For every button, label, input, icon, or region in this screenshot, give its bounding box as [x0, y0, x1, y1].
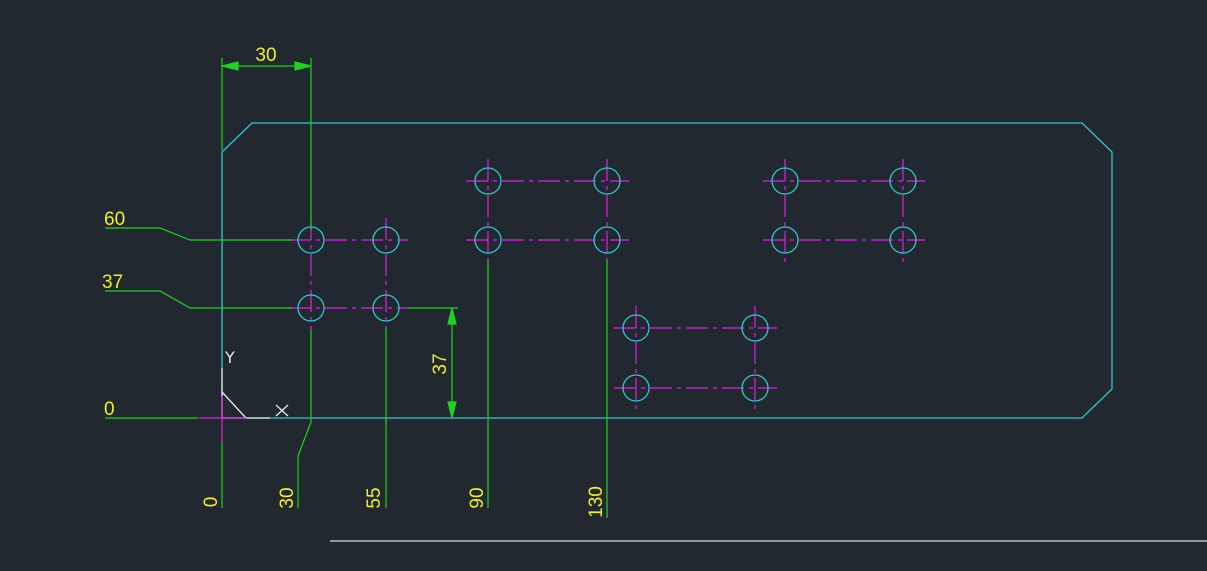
ordinate-y-0-text: 0: [104, 399, 115, 420]
dimension-top-width: [221, 58, 312, 230]
ordinate-x-30-leader: [297, 330, 312, 508]
ordinate-y-60-leader: [105, 227, 292, 241]
ordinate-x-90-text: 90: [467, 487, 488, 508]
ordinate-y-60-text: 60: [104, 209, 125, 230]
hole-group-4: [614, 306, 777, 410]
dim-text-vertical-spacing: 37: [430, 353, 451, 374]
ordinate-x-0-text: 0: [201, 497, 222, 508]
hole-group-3: [763, 159, 925, 262]
ordinate-y-37-text: 37: [102, 272, 123, 293]
ordinate-y-37-leader: [105, 290, 292, 309]
ucs-icon: [199, 368, 289, 442]
ordinate-y-leaders: [105, 227, 292, 419]
hole-group-1: [289, 218, 408, 330]
dim-text-top-width: 30: [255, 45, 276, 66]
ordinate-x-130-text: 130: [586, 486, 607, 518]
cad-drawing-canvas[interactable]: 30 37 60 37 0 0 30 55 90 130 Y: [0, 0, 1207, 571]
ordinate-x-leaders: [221, 260, 608, 518]
ucs-y-label: Y: [224, 348, 235, 367]
plate-outline: [221, 122, 1113, 419]
hole-group-2: [466, 159, 629, 262]
ordinate-x-55-text: 55: [364, 487, 385, 508]
ordinate-x-30-text: 30: [277, 487, 298, 508]
